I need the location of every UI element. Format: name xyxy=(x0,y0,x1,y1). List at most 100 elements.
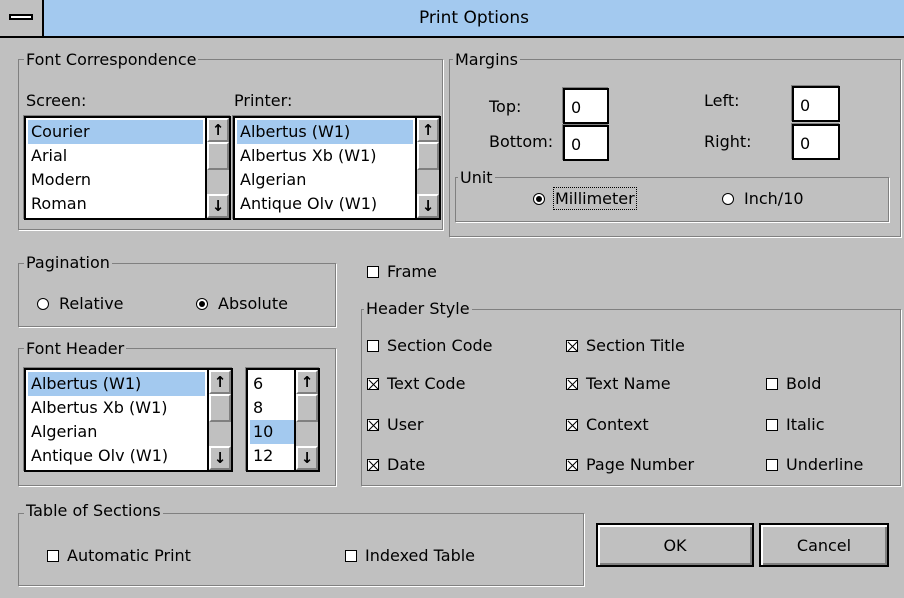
header-size-scrollbar[interactable]: ↑ ↓ xyxy=(294,370,318,470)
list-item[interactable]: 12 xyxy=(250,444,294,468)
automatic-print-checkbox[interactable]: Automatic Print xyxy=(47,546,191,565)
scroll-thumb[interactable] xyxy=(296,394,318,422)
top-margin-input[interactable] xyxy=(565,90,607,122)
bold-label: Bold xyxy=(786,374,822,393)
section-title-label: Section Title xyxy=(586,336,685,355)
margins-label: Margins xyxy=(453,50,520,70)
checkbox-icon[interactable] xyxy=(766,458,778,471)
header-font-scrollbar[interactable]: ↑ ↓ xyxy=(207,370,231,470)
bottom-margin-field[interactable] xyxy=(563,125,609,161)
context-label: Context xyxy=(586,415,649,434)
checkbox-icon[interactable] xyxy=(367,418,379,431)
down-arrow-icon[interactable]: ↓ xyxy=(417,194,439,218)
indexed-table-checkbox[interactable]: Indexed Table xyxy=(345,546,475,565)
checkbox-icon[interactable] xyxy=(566,339,578,352)
section-code-label: Section Code xyxy=(387,336,493,355)
list-item[interactable]: Albertus (W1) xyxy=(28,372,205,396)
list-item[interactable]: Albertus Xb (W1) xyxy=(28,396,205,420)
checkbox-icon[interactable] xyxy=(367,339,379,352)
screen-font-scrollbar[interactable]: ↑ ↓ xyxy=(205,118,229,218)
list-item[interactable]: Courier xyxy=(28,120,203,144)
context-checkbox[interactable]: Context xyxy=(566,415,649,434)
relative-label: Relative xyxy=(59,294,124,313)
unit-label: Unit xyxy=(458,168,495,188)
radio-icon[interactable] xyxy=(722,192,734,205)
list-item[interactable]: Albertus (W1) xyxy=(237,120,413,144)
down-arrow-icon[interactable]: ↓ xyxy=(207,194,229,218)
italic-checkbox[interactable]: Italic xyxy=(766,415,824,434)
header-style-label: Header Style xyxy=(364,299,472,319)
page-number-checkbox[interactable]: Page Number xyxy=(566,455,694,474)
scroll-thumb[interactable] xyxy=(417,142,439,170)
checkbox-icon[interactable] xyxy=(566,418,578,431)
ok-button[interactable]: OK xyxy=(596,523,754,567)
absolute-label: Absolute xyxy=(218,294,288,313)
scroll-thumb[interactable] xyxy=(209,394,231,422)
list-item[interactable]: Antique Olv (W1) xyxy=(237,192,413,216)
bottom-margin-input[interactable] xyxy=(565,127,607,159)
relative-radio[interactable]: Relative xyxy=(37,294,124,313)
checkbox-icon[interactable] xyxy=(367,377,379,390)
printer-font-scrollbar[interactable]: ↑ ↓ xyxy=(415,118,439,218)
up-arrow-icon[interactable]: ↑ xyxy=(209,370,231,394)
frame-checkbox[interactable]: Frame xyxy=(367,262,437,281)
system-menu-icon[interactable] xyxy=(0,0,44,36)
page-number-label: Page Number xyxy=(586,455,695,474)
list-item[interactable]: Modern xyxy=(28,168,203,192)
list-item[interactable]: Albertus Xb (W1) xyxy=(237,144,413,168)
left-margin-input[interactable] xyxy=(794,88,838,120)
list-item[interactable]: Algerian xyxy=(237,168,413,192)
list-item[interactable]: Antique Olv (W1) xyxy=(28,444,205,468)
date-label: Date xyxy=(387,455,426,474)
checkbox-icon[interactable] xyxy=(766,377,778,390)
cancel-button[interactable]: Cancel xyxy=(759,523,889,567)
down-arrow-icon[interactable]: ↓ xyxy=(209,446,231,470)
inch-label: Inch/10 xyxy=(744,189,804,208)
underline-checkbox[interactable]: Underline xyxy=(766,455,863,474)
printer-label: Printer: xyxy=(234,91,293,110)
checkbox-icon[interactable] xyxy=(566,377,578,390)
date-checkbox[interactable]: Date xyxy=(367,455,425,474)
left-margin-field[interactable] xyxy=(792,86,840,122)
printer-font-listbox[interactable]: Albertus (W1) Albertus Xb (W1) Algerian … xyxy=(233,116,441,220)
italic-label: Italic xyxy=(786,415,825,434)
checkbox-icon[interactable] xyxy=(566,458,578,471)
list-item[interactable]: 8 xyxy=(250,396,294,420)
down-arrow-icon[interactable]: ↓ xyxy=(296,446,318,470)
radio-icon[interactable] xyxy=(533,192,545,205)
right-margin-input[interactable] xyxy=(794,126,838,158)
checkbox-icon[interactable] xyxy=(367,458,379,471)
radio-icon[interactable] xyxy=(196,297,208,310)
inch-radio[interactable]: Inch/10 xyxy=(722,189,804,208)
text-code-checkbox[interactable]: Text Code xyxy=(367,374,465,393)
text-name-checkbox[interactable]: Text Name xyxy=(566,374,671,393)
scroll-thumb[interactable] xyxy=(207,142,229,170)
section-title-checkbox[interactable]: Section Title xyxy=(566,336,685,355)
list-item[interactable]: 10 xyxy=(250,420,294,444)
section-code-checkbox[interactable]: Section Code xyxy=(367,336,493,355)
up-arrow-icon[interactable]: ↑ xyxy=(296,370,318,394)
checkbox-icon[interactable] xyxy=(345,549,357,562)
header-size-listbox[interactable]: 6 8 10 12 ↑ ↓ xyxy=(246,368,320,472)
user-checkbox[interactable]: User xyxy=(367,415,423,434)
top-margin-field[interactable] xyxy=(563,88,609,124)
millimeter-radio[interactable]: Millimeter xyxy=(533,187,637,210)
absolute-radio[interactable]: Absolute xyxy=(196,294,288,313)
pagination-label: Pagination xyxy=(24,253,112,273)
checkbox-icon[interactable] xyxy=(47,549,59,562)
checkbox-icon[interactable] xyxy=(766,418,778,431)
bold-checkbox[interactable]: Bold xyxy=(766,374,821,393)
radio-icon[interactable] xyxy=(37,297,49,310)
list-item[interactable]: Arial xyxy=(28,144,203,168)
font-correspondence-label: Font Correspondence xyxy=(24,50,199,70)
screen-font-listbox[interactable]: Courier Arial Modern Roman ↑ ↓ xyxy=(24,116,231,220)
list-item[interactable]: Roman xyxy=(28,192,203,216)
header-font-listbox[interactable]: Albertus (W1) Albertus Xb (W1) Algerian … xyxy=(24,368,233,472)
up-arrow-icon[interactable]: ↑ xyxy=(417,118,439,142)
right-margin-field[interactable] xyxy=(792,124,840,160)
checkbox-icon[interactable] xyxy=(367,265,379,278)
list-item[interactable]: 6 xyxy=(250,372,294,396)
up-arrow-icon[interactable]: ↑ xyxy=(207,118,229,142)
unit-group xyxy=(455,177,889,222)
list-item[interactable]: Algerian xyxy=(28,420,205,444)
